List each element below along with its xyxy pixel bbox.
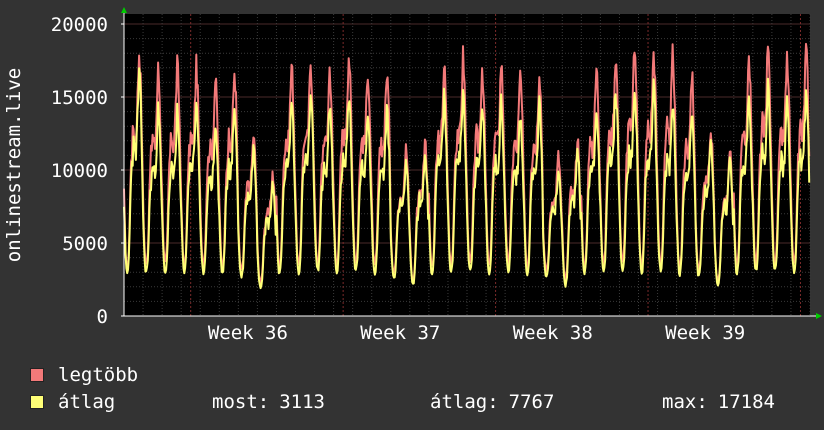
legend-item-max: legtöbb <box>30 363 138 387</box>
legend-label-max: legtöbb <box>58 364 139 386</box>
x-axis-arrow <box>816 313 822 319</box>
stat-current-value: 3113 <box>279 391 325 413</box>
y-axis-label: onlinestream.live <box>3 68 25 262</box>
y-tick-labels: 0 5000 10000 15000 20000 <box>51 14 108 328</box>
stat-average-value: 7767 <box>508 391 555 413</box>
stat-max-label: max: <box>662 391 708 413</box>
legend-swatch-avg <box>30 395 44 409</box>
x-tick-labels: Week 36 Week 37 Week 38 Week 39 <box>208 322 745 344</box>
legend-swatch-max <box>30 368 44 382</box>
y-tick-label: 15000 <box>51 87 108 109</box>
y-tick-label: 5000 <box>62 233 108 255</box>
stat-current-label: most: <box>212 391 270 413</box>
x-tick-label: Week 37 <box>360 322 440 344</box>
x-tick-label: Week 38 <box>513 322 593 344</box>
stat-max: max: 17184 <box>662 390 775 414</box>
x-tick-label: Week 39 <box>665 322 745 344</box>
y-axis-arrow <box>121 7 127 13</box>
stat-average-label: átlag: <box>430 391 499 413</box>
y-tick-label: 0 <box>97 306 108 328</box>
y-tick-label: 20000 <box>51 14 108 36</box>
stat-max-value: 17184 <box>717 391 775 413</box>
legend-label-avg: átlag <box>58 391 116 413</box>
stat-average: átlag: 7767 <box>430 390 554 414</box>
y-tick-label: 10000 <box>51 160 108 182</box>
legend-item-avg: átlag <box>30 390 115 414</box>
stat-current: most: 3113 <box>212 390 325 414</box>
x-tick-label: Week 36 <box>208 322 288 344</box>
